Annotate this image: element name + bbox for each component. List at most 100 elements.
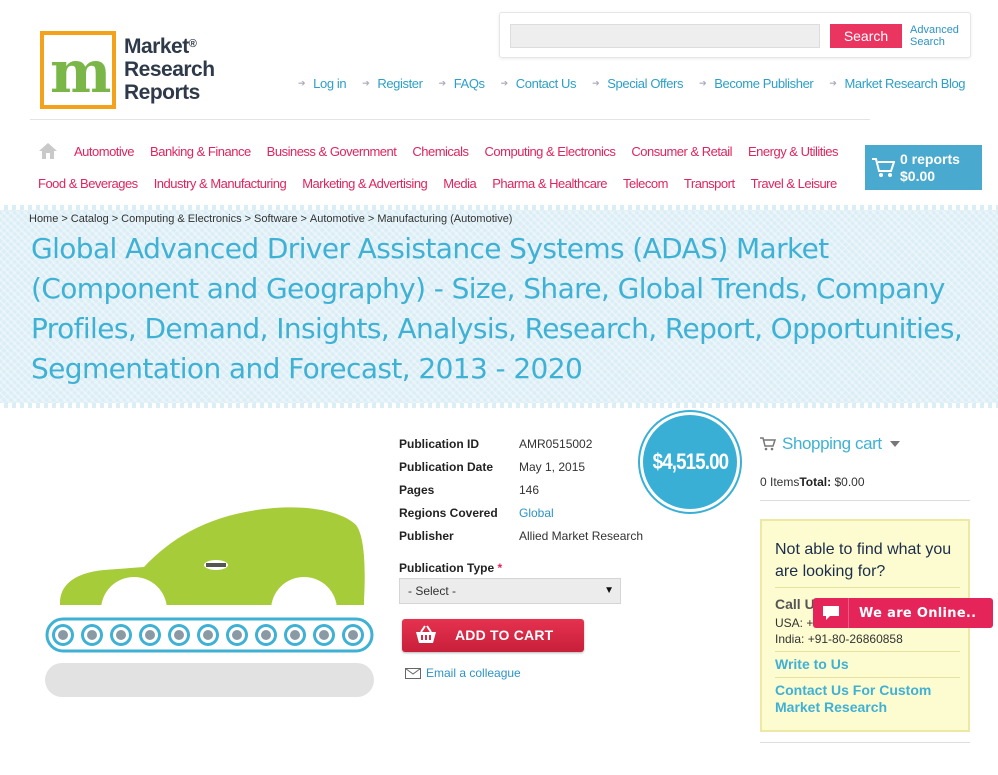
detail-label: Publisher bbox=[399, 528, 454, 543]
home-icon[interactable] bbox=[38, 142, 58, 160]
custom-research-link[interactable]: Contact Us For Custom Market Research bbox=[775, 682, 965, 716]
publication-type-select[interactable]: - Select - ▼ bbox=[399, 578, 621, 604]
top-link-special-offers[interactable]: ➔ Special Offers bbox=[592, 76, 683, 91]
detail-value: AMR0515002 bbox=[519, 436, 593, 451]
category-energy-utilities[interactable]: Energy & Utilities bbox=[748, 144, 838, 159]
category-consumer-retail[interactable]: Consumer & Retail bbox=[631, 144, 732, 159]
detail-label: Regions Covered bbox=[399, 505, 498, 520]
breadcrumb-separator: > bbox=[367, 213, 375, 225]
category-pharma-healthcare[interactable]: Pharma & Healthcare bbox=[492, 176, 607, 191]
required-mark: * bbox=[497, 561, 503, 575]
top-link-faqs[interactable]: ➔ FAQs bbox=[439, 76, 485, 91]
top-link-blog[interactable]: ➔ Market Research Blog bbox=[829, 76, 965, 91]
breadcrumb-software[interactable]: Software bbox=[254, 213, 297, 225]
phone-india: India: +91-80-26860858 bbox=[775, 632, 903, 646]
logo-monogram: m bbox=[50, 38, 111, 106]
breadcrumb-computing-electronics[interactable]: Computing & Electronics bbox=[121, 213, 241, 225]
publication-details: Publication ID AMR0515002 Publication Dat… bbox=[399, 432, 643, 547]
price-value: $4,515.00 bbox=[652, 449, 728, 474]
top-link-label: Log in bbox=[313, 76, 347, 91]
banner-edge-top bbox=[0, 205, 998, 210]
top-link-become-publisher[interactable]: ➔ Become Publisher bbox=[699, 76, 814, 91]
category-food-beverages[interactable]: Food & Beverages bbox=[38, 176, 138, 191]
detail-publication-date: Publication Date May 1, 2015 bbox=[399, 455, 643, 478]
conveyor-roller-hub bbox=[58, 630, 68, 640]
write-to-us-link[interactable]: Write to Us bbox=[775, 656, 849, 672]
conveyor-roller-hub bbox=[116, 630, 126, 640]
advanced-search-link[interactable]: Advanced Search bbox=[910, 24, 959, 48]
conveyor-roller-hub bbox=[174, 630, 184, 640]
top-link-contact-us[interactable]: ➔ Contact Us bbox=[501, 76, 577, 91]
arrow-right-icon: ➔ bbox=[829, 78, 837, 88]
price-badge: $4,515.00 bbox=[640, 412, 740, 512]
advanced-search-line2: Search bbox=[910, 36, 945, 48]
sidebar-divider bbox=[760, 500, 970, 501]
chat-bubble-icon bbox=[822, 606, 839, 620]
arrow-right-icon: ➔ bbox=[362, 78, 370, 88]
email-colleague-link[interactable]: Email a colleague bbox=[405, 666, 521, 680]
detail-publisher: Publisher Allied Market Research bbox=[399, 524, 643, 547]
top-link-label: Become Publisher bbox=[714, 76, 814, 91]
dropdown-caret-icon: ▼ bbox=[604, 585, 614, 596]
category-chemicals[interactable]: Chemicals bbox=[412, 144, 469, 159]
conveyor-roller-hub bbox=[261, 630, 271, 640]
category-nav-row2: Food & Beverages Industry & Manufacturin… bbox=[38, 176, 853, 191]
breadcrumb: Home > Catalog > Computing & Electronics > Sof… bbox=[29, 213, 512, 225]
top-link-register[interactable]: ➔ Register bbox=[362, 76, 423, 91]
mini-cart-count: 0 reports bbox=[900, 151, 960, 167]
cart-total-label: Total: bbox=[799, 475, 832, 489]
breadcrumb-catalog[interactable]: Catalog bbox=[71, 213, 109, 225]
banner-edge-bottom bbox=[0, 403, 998, 408]
detail-pages: Pages 146 bbox=[399, 478, 643, 501]
category-transport[interactable]: Transport bbox=[684, 176, 735, 191]
arrow-right-icon: ➔ bbox=[699, 78, 707, 88]
cart-total-value: $0.00 bbox=[834, 475, 865, 489]
breadcrumb-separator: > bbox=[244, 213, 252, 225]
help-divider bbox=[775, 677, 960, 678]
category-industry-manufacturing[interactable]: Industry & Manufacturing bbox=[154, 176, 287, 191]
category-nav-row1: Automotive Banking & Finance Business & … bbox=[74, 144, 854, 159]
search-button[interactable]: Search bbox=[830, 24, 902, 48]
shopping-cart-title: Shopping cart bbox=[782, 434, 882, 453]
add-to-cart-button[interactable]: ADD TO CART bbox=[402, 619, 584, 652]
category-banking-finance[interactable]: Banking & Finance bbox=[150, 144, 251, 159]
mini-cart-button[interactable]: 0 reports $0.00 bbox=[865, 145, 982, 190]
shopping-cart-header[interactable]: Shopping cart bbox=[760, 434, 900, 454]
site-logo[interactable]: m Market® Research Reports bbox=[40, 31, 215, 111]
conveyor-roller-hub bbox=[319, 630, 329, 640]
region-link[interactable]: Global bbox=[519, 506, 554, 520]
breadcrumb-home[interactable]: Home bbox=[29, 213, 58, 225]
mini-cart-total: $0.00 bbox=[900, 168, 936, 184]
category-automotive[interactable]: Automotive bbox=[74, 144, 135, 159]
category-travel-leisure[interactable]: Travel & Leisure bbox=[751, 176, 838, 191]
chevron-down-icon bbox=[889, 441, 900, 447]
breadcrumb-separator: > bbox=[61, 213, 68, 225]
category-marketing-advertising[interactable]: Marketing & Advertising bbox=[302, 176, 428, 191]
envelope-icon bbox=[405, 667, 421, 679]
conveyor-roller-hub bbox=[145, 630, 155, 640]
conveyor-roller-hub bbox=[348, 630, 358, 640]
top-link-login[interactable]: ➔ Log in bbox=[298, 76, 347, 91]
arrow-right-icon: ➔ bbox=[438, 78, 447, 88]
live-chat-widget[interactable]: We are Online.. bbox=[813, 598, 993, 628]
top-link-label: Market Research Blog bbox=[844, 76, 966, 91]
detail-label: Pages bbox=[399, 482, 435, 497]
category-computing-electronics[interactable]: Computing & Electronics bbox=[485, 144, 616, 159]
add-to-cart-label: ADD TO CART bbox=[455, 627, 554, 643]
category-telecom[interactable]: Telecom bbox=[623, 176, 668, 191]
logo-line1: Market bbox=[124, 35, 189, 58]
category-business-government[interactable]: Business & Government bbox=[267, 144, 397, 159]
detail-label: Publication Date bbox=[399, 459, 494, 474]
shopping-cart-icon bbox=[760, 437, 776, 451]
top-links: ➔ Log in ➔ Register ➔ FAQs ➔ Contact Us ➔ Spe… bbox=[298, 76, 981, 91]
search-input[interactable] bbox=[510, 24, 820, 48]
category-media[interactable]: Media bbox=[443, 176, 476, 191]
shopping-cart-summary: 0 ItemsTotal: $0.00 bbox=[760, 475, 865, 489]
breadcrumb-manufacturing-automotive[interactable]: Manufacturing (Automotive) bbox=[377, 213, 512, 225]
publication-type-label: Publication Type * bbox=[399, 561, 502, 575]
header-divider bbox=[30, 119, 870, 120]
arrow-right-icon: ➔ bbox=[592, 78, 600, 88]
detail-publication-id: Publication ID AMR0515002 bbox=[399, 432, 643, 455]
search-panel: Search Advanced Search bbox=[499, 12, 971, 58]
breadcrumb-automotive[interactable]: Automotive bbox=[310, 213, 365, 225]
